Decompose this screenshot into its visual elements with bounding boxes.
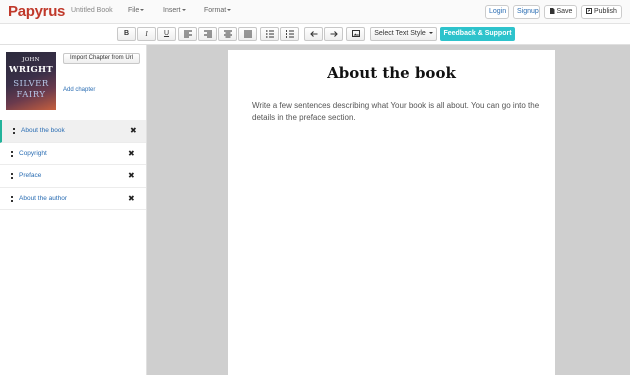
save-label: Save [556, 8, 573, 15]
editor-page[interactable]: About the book Write a few sentences des… [228, 50, 555, 375]
publish-button[interactable]: Publish [581, 5, 622, 19]
delete-chapter-icon[interactable]: ✖ [128, 194, 135, 203]
file-icon [549, 8, 555, 14]
caret-down-icon [181, 9, 186, 12]
delete-chapter-icon[interactable]: ✖ [128, 149, 135, 158]
menu-file[interactable]: File [128, 7, 145, 14]
cover-title-line2: FAIRY [16, 90, 46, 100]
chapter-label[interactable]: Preface [19, 172, 41, 179]
bold-button[interactable]: B [117, 27, 136, 41]
chapter-item-about-the-author[interactable]: About the author ✖ [0, 188, 146, 210]
chapter-item-preface[interactable]: Preface ✖ [0, 165, 146, 188]
italic-button[interactable]: I [137, 27, 156, 41]
cover-title-line1: SILVER [13, 79, 49, 89]
cover-author-first: JOHN [22, 57, 40, 63]
align-center-button[interactable] [218, 27, 237, 41]
login-button[interactable]: Login [485, 5, 509, 19]
chapter-label[interactable]: About the book [21, 127, 65, 134]
caret-down-icon [428, 32, 433, 35]
cover-author-last: WRIGHT [8, 65, 53, 75]
arrow-left-icon [309, 31, 317, 37]
import-chapter-button[interactable]: Import Chapter from Url [63, 53, 140, 64]
signup-button[interactable]: Signup [513, 5, 540, 19]
chapter-item-copyright[interactable]: Copyright ✖ [0, 143, 146, 165]
publish-label: Publish [593, 8, 617, 15]
menu-file-label: File [128, 7, 140, 14]
chapter-title[interactable]: About the book [228, 64, 555, 82]
top-bar: Papyrus Untitled Book File Insert Format… [0, 0, 630, 24]
menu-insert[interactable]: Insert [163, 7, 186, 14]
drag-handle-icon[interactable] [11, 150, 13, 158]
arrow-right-icon [330, 31, 338, 37]
align-right-icon [203, 30, 212, 38]
align-justify-button[interactable] [238, 27, 257, 41]
menu-format[interactable]: Format [204, 7, 232, 14]
text-style-select[interactable]: Select Text Style [370, 27, 437, 41]
add-chapter-link[interactable]: Add chapter [63, 87, 95, 93]
align-center-icon [223, 30, 232, 38]
insert-image-button[interactable] [346, 27, 365, 41]
numbered-list-button[interactable] [280, 27, 299, 41]
chapter-sidebar: JOHN WRIGHT SILVER FAIRY Import Chapter … [0, 45, 146, 375]
image-icon [351, 30, 360, 37]
chapter-body-text[interactable]: Write a few sentences describing what Yo… [252, 100, 542, 124]
caret-down-icon [140, 9, 145, 12]
publish-icon [586, 8, 593, 14]
outdent-button[interactable] [304, 27, 323, 41]
feedback-support-button[interactable]: Feedback & Support [440, 27, 515, 41]
chapter-list: About the book ✖ Copyright ✖ Preface ✖ A… [0, 120, 146, 210]
chapter-item-about-the-book[interactable]: About the book ✖ [0, 120, 146, 143]
drag-handle-icon[interactable] [13, 127, 15, 135]
menu-insert-label: Insert [163, 7, 181, 14]
book-title[interactable]: Untitled Book [71, 7, 113, 14]
bullet-list-icon [265, 30, 274, 38]
align-right-button[interactable] [198, 27, 217, 41]
delete-chapter-icon[interactable]: ✖ [130, 126, 137, 135]
drag-handle-icon[interactable] [11, 195, 13, 203]
underline-button[interactable]: U [157, 27, 176, 41]
drag-handle-icon[interactable] [11, 172, 13, 180]
align-justify-icon [243, 30, 252, 38]
chapter-label[interactable]: Copyright [19, 150, 47, 157]
format-toolbar: B I U Select Text Style Feedback & Suppo… [0, 24, 630, 45]
editor-canvas: About the book Write a few sentences des… [146, 45, 630, 375]
app-logo[interactable]: Papyrus [8, 3, 65, 20]
chapter-label[interactable]: About the author [19, 195, 67, 202]
menu-format-label: Format [204, 7, 227, 14]
align-left-button[interactable] [178, 27, 197, 41]
indent-button[interactable] [324, 27, 343, 41]
delete-chapter-icon[interactable]: ✖ [128, 171, 135, 180]
book-cover[interactable]: JOHN WRIGHT SILVER FAIRY [6, 52, 56, 110]
numbered-list-icon [285, 30, 294, 38]
bullet-list-button[interactable] [260, 27, 279, 41]
text-style-label: Select Text Style [374, 30, 426, 37]
save-button[interactable]: Save [544, 5, 577, 19]
caret-down-icon [227, 9, 232, 12]
align-left-icon [183, 30, 192, 38]
